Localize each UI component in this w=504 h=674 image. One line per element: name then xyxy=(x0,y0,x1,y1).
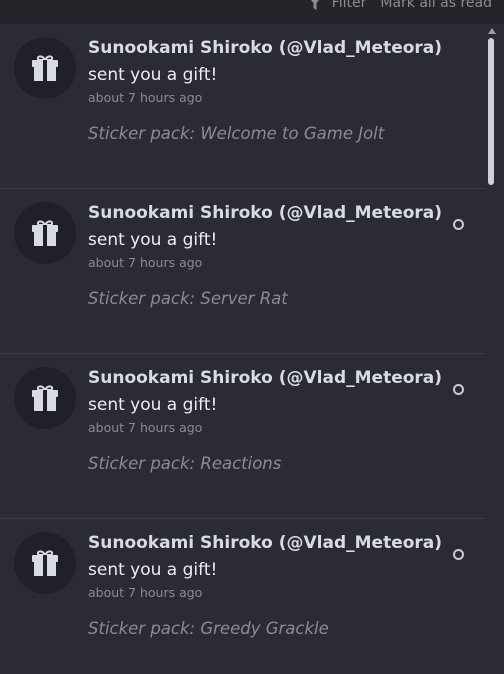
mark-all-read-button[interactable]: Mark all as read xyxy=(380,0,492,11)
notification-time: about 7 hours ago xyxy=(88,90,203,105)
sticker-pack-name: Sticker pack: Welcome to Game Jolt xyxy=(88,124,385,143)
notification-content: Sunookami Shiroko (@Vlad_Meteora) sent y… xyxy=(88,530,448,639)
notification-text: Sunookami Shiroko (@Vlad_Meteora) sent y… xyxy=(88,530,448,584)
gift-icon xyxy=(32,385,58,411)
notification-item[interactable]: Sunookami Shiroko (@Vlad_Meteora) sent y… xyxy=(0,24,486,189)
notification-item[interactable]: Sunookami Shiroko (@Vlad_Meteora) sent y… xyxy=(0,189,486,354)
notification-action: sent you a gift! xyxy=(88,65,218,85)
notification-text: Sunookami Shiroko (@Vlad_Meteora) sent y… xyxy=(88,35,448,89)
notification-action: sent you a gift! xyxy=(88,230,218,250)
sticker-pack-name: Sticker pack: Reactions xyxy=(88,454,282,473)
gift-icon xyxy=(32,55,58,81)
unread-indicator[interactable] xyxy=(453,384,464,395)
gift-icon xyxy=(32,220,58,246)
notifications-toolbar: Filter Mark all as read xyxy=(0,0,504,24)
notifications-panel: Filter Mark all as read Sunookami Shirok… xyxy=(0,0,504,674)
gift-avatar xyxy=(14,532,76,594)
sender-name[interactable]: Sunookami Shiroko (@Vlad_Meteora) xyxy=(88,203,442,223)
unread-indicator[interactable] xyxy=(453,219,464,230)
scrollbar-thumb[interactable] xyxy=(488,38,494,185)
notification-content: Sunookami Shiroko (@Vlad_Meteora) sent y… xyxy=(88,365,448,474)
notification-content: Sunookami Shiroko (@Vlad_Meteora) sent y… xyxy=(88,35,448,144)
filter-icon xyxy=(310,0,319,10)
unread-indicator[interactable] xyxy=(453,549,464,560)
notification-item[interactable]: Sunookami Shiroko (@Vlad_Meteora) sent y… xyxy=(0,354,486,519)
sender-name[interactable]: Sunookami Shiroko (@Vlad_Meteora) xyxy=(88,533,442,553)
notification-content: Sunookami Shiroko (@Vlad_Meteora) sent y… xyxy=(88,200,448,309)
gift-icon xyxy=(32,550,58,576)
notification-time: about 7 hours ago xyxy=(88,585,203,600)
notification-time: about 7 hours ago xyxy=(88,420,203,435)
notification-text: Sunookami Shiroko (@Vlad_Meteora) sent y… xyxy=(88,200,448,254)
scroll-up-arrow-icon[interactable] xyxy=(488,28,496,34)
filter-label: Filter xyxy=(331,0,367,11)
sticker-pack-name: Sticker pack: Greedy Grackle xyxy=(88,619,329,638)
notification-list: Sunookami Shiroko (@Vlad_Meteora) sent y… xyxy=(0,24,486,674)
sticker-pack-name: Sticker pack: Server Rat xyxy=(88,289,288,308)
sender-name[interactable]: Sunookami Shiroko (@Vlad_Meteora) xyxy=(88,38,442,58)
sender-name[interactable]: Sunookami Shiroko (@Vlad_Meteora) xyxy=(88,368,442,388)
toolbar-actions: Filter Mark all as read xyxy=(306,0,492,12)
gift-avatar xyxy=(14,367,76,429)
gift-avatar xyxy=(14,37,76,99)
gift-avatar xyxy=(14,202,76,264)
notification-action: sent you a gift! xyxy=(88,395,218,415)
notification-text: Sunookami Shiroko (@Vlad_Meteora) sent y… xyxy=(88,365,448,419)
notification-action: sent you a gift! xyxy=(88,560,218,580)
filter-button[interactable]: Filter xyxy=(306,0,367,12)
notification-item[interactable]: Sunookami Shiroko (@Vlad_Meteora) sent y… xyxy=(0,519,486,674)
notification-time: about 7 hours ago xyxy=(88,255,203,270)
